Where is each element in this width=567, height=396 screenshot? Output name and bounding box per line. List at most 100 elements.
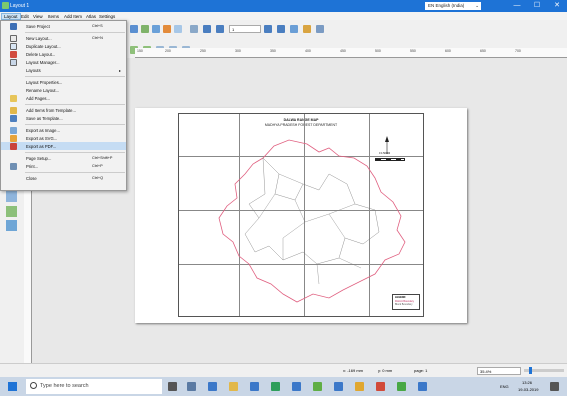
zoom-field[interactable]: 35.4%	[477, 367, 521, 375]
qgis-app-icon	[2, 2, 9, 9]
task-view-icon[interactable]	[187, 382, 196, 391]
menu-separator	[25, 32, 125, 33]
print-layout-icon[interactable]	[303, 25, 311, 33]
file-explorer-icon[interactable]	[229, 382, 238, 391]
menu-view[interactable]: View	[33, 14, 43, 19]
atlas-settings-icon[interactable]	[316, 25, 324, 33]
menu-item-export-svg[interactable]: Export as SVG...	[1, 134, 126, 142]
prev-feature-icon[interactable]	[216, 25, 224, 33]
page-number-field[interactable]: 1	[229, 25, 261, 33]
menu-item-save-project[interactable]: Save Project Ctrl+S	[1, 22, 126, 30]
menu-item-label: Add Items from Template...	[26, 107, 76, 113]
cursor-y-readout: y: 0 mm	[378, 368, 393, 373]
menu-settings[interactable]: Settings	[99, 14, 115, 19]
menu-item-add-items-template[interactable]: Add Items from Template...	[1, 106, 126, 114]
taskbar-search-box[interactable]: Type here to search	[26, 379, 162, 394]
refresh-icon[interactable]	[190, 25, 198, 33]
menu-edit[interactable]: Edit	[21, 14, 29, 19]
redo-icon[interactable]	[174, 25, 182, 33]
zoom-slider-handle[interactable]	[529, 367, 532, 374]
taskbar-app-icon[interactable]	[271, 382, 280, 391]
qgis-taskbar-icon[interactable]	[313, 382, 322, 391]
layout-manager-icon	[10, 58, 17, 66]
save-icon	[10, 22, 17, 30]
menu-item-export-image[interactable]: Export as Image...	[1, 126, 126, 134]
undo-icon[interactable]	[163, 25, 171, 33]
ruler-tick: 300	[235, 49, 241, 53]
page-number-value: 1	[232, 27, 235, 32]
menu-item-delete-layout[interactable]: Delete Layout...	[1, 50, 126, 58]
menu-item-label: Export as SVG...	[26, 135, 58, 141]
mail-icon[interactable]	[292, 382, 301, 391]
map-legend: LEGEND District Boundary Block Boundary	[392, 294, 420, 310]
language-label: EN English (India)	[428, 3, 465, 8]
menu-layout[interactable]: Layout	[1, 12, 21, 20]
clock-time[interactable]: 13:26	[522, 380, 532, 385]
duplicate-icon	[10, 42, 17, 50]
ruler-tick: 450	[340, 49, 346, 53]
zoom-full-icon[interactable]	[290, 25, 298, 33]
windows-start-icon[interactable]	[8, 382, 17, 391]
menu-item-close[interactable]: Close Ctrl+Q	[1, 174, 126, 182]
add-3d-map-icon[interactable]	[6, 206, 17, 217]
menu-item-label: Export as Image...	[26, 127, 60, 133]
menu-item-add-pages[interactable]: Add Pages...	[1, 94, 126, 102]
menu-item-label: Add Pages...	[26, 95, 50, 101]
language-select[interactable]: EN English (India) ⌄	[425, 2, 481, 10]
ruler-tick: 200	[165, 49, 171, 53]
ruler-tick: 150	[137, 49, 143, 53]
chrome-icon[interactable]	[355, 382, 364, 391]
maximize-button[interactable]: ☐	[528, 1, 546, 11]
ruler-tick: 500	[375, 49, 381, 53]
horizontal-ruler: 150 200 250 300 350 400 450 500 550 600 …	[135, 48, 567, 58]
taskbar-app-icon[interactable]	[334, 382, 343, 391]
taskbar-app-icon[interactable]	[397, 382, 406, 391]
add-node-icon[interactable]	[6, 191, 17, 202]
menu-item-label: Duplicate Layout...	[26, 43, 61, 49]
store-icon[interactable]	[250, 382, 259, 391]
menu-item-print[interactable]: Print... Ctrl+P	[1, 162, 126, 170]
notification-icon[interactable]	[550, 382, 559, 391]
taskbar-app-icon[interactable]	[418, 382, 427, 391]
status-bar: x: -169 mm y: 0 mm page: 1 35.4%	[0, 363, 567, 377]
close-button[interactable]: ✕	[548, 1, 566, 11]
menu-item-save-template[interactable]: Save as Template...	[1, 114, 126, 122]
menu-item-shortcut: Ctrl+S	[92, 23, 103, 28]
menu-item-layouts[interactable]: Layouts ▸	[1, 66, 126, 74]
input-language[interactable]: ENG	[500, 384, 509, 389]
menu-item-duplicate-layout[interactable]: Duplicate Layout...	[1, 42, 126, 50]
next-feature-icon[interactable]	[264, 25, 272, 33]
menu-item-new-layout[interactable]: New Layout... Ctrl+N	[1, 34, 126, 42]
search-placeholder: Type here to search	[40, 383, 89, 389]
taskbar-app-icon[interactable]	[376, 382, 385, 391]
last-feature-icon[interactable]	[277, 25, 285, 33]
menu-item-export-pdf[interactable]: Export as PDF...	[1, 142, 126, 150]
add-image-icon[interactable]	[141, 25, 149, 33]
menu-item-page-setup[interactable]: Page Setup... Ctrl+Shift+P	[1, 154, 126, 162]
microphone-icon[interactable]	[168, 382, 177, 391]
minimize-button[interactable]: —	[508, 1, 526, 11]
menu-separator	[25, 172, 125, 173]
first-feature-icon[interactable]	[203, 25, 211, 33]
menu-items[interactable]: Items	[48, 14, 59, 19]
add-table-icon[interactable]	[6, 220, 17, 231]
taskbar-app-icon[interactable]	[208, 382, 217, 391]
clock-date[interactable]: 19-03-2019	[518, 387, 538, 392]
menu-item-label: Print...	[26, 163, 39, 169]
ruler-tick: 350	[270, 49, 276, 53]
menu-item-layout-manager[interactable]: Layout Manager...	[1, 58, 126, 66]
map-frame[interactable]: DALWA RANGE MAP MADHYA PRADESH FOREST DE…	[178, 113, 424, 317]
add-map-icon[interactable]	[130, 25, 138, 33]
menu-item-label: Page Setup...	[26, 155, 52, 161]
layout-page[interactable]: DALWA RANGE MAP MADHYA PRADESH FOREST DE…	[135, 108, 467, 323]
menu-item-label: Layout Properties...	[26, 79, 63, 85]
menu-item-rename-layout[interactable]: Rename Layout...	[1, 86, 126, 94]
menu-item-label: Save as Template...	[26, 115, 63, 121]
menu-item-layout-properties[interactable]: Layout Properties...	[1, 78, 126, 86]
menu-atlas[interactable]: Atlas	[86, 14, 96, 19]
scale-bar	[375, 158, 405, 161]
add-label-icon[interactable]	[152, 25, 160, 33]
menu-item-shortcut: Ctrl+P	[92, 163, 103, 168]
menu-add-item[interactable]: Add Item	[64, 14, 82, 19]
ruler-tick: 250	[200, 49, 206, 53]
